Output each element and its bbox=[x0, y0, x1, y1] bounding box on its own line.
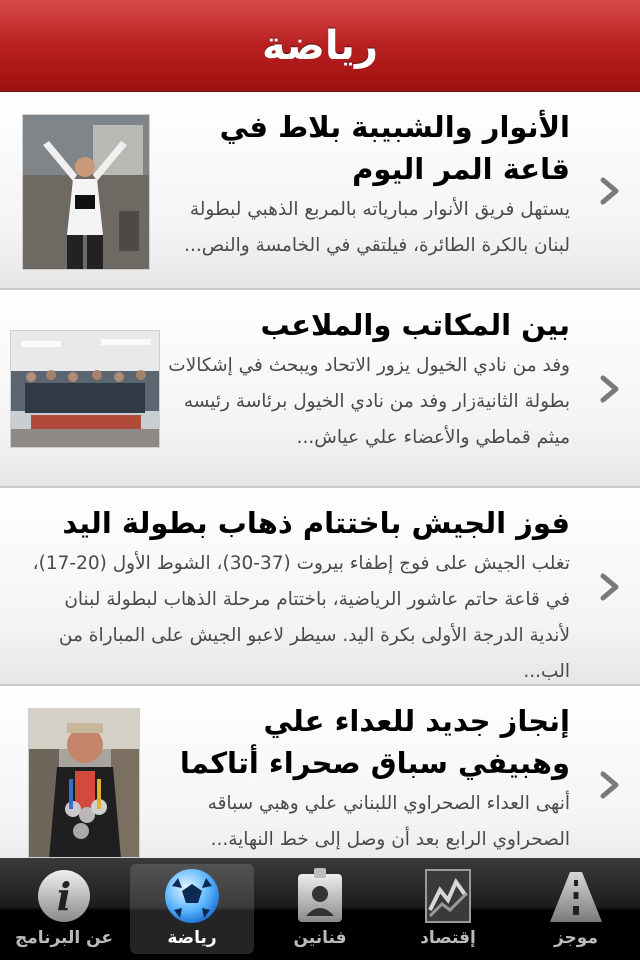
article-summary: أنهى العداء الصحراوي اللبناني علي وهبي س… bbox=[207, 793, 570, 850]
article-summary: تغلب الجيش على فوج إطفاء بيروت (37-30)، … bbox=[32, 553, 570, 682]
article-thumbnail bbox=[10, 330, 160, 448]
tab-artists[interactable]: فنانين bbox=[256, 858, 384, 960]
tab-label: عن البرنامج bbox=[14, 928, 114, 948]
chevron-right-icon bbox=[600, 177, 619, 205]
tab-label: رياضة bbox=[167, 928, 217, 948]
id-badge-icon bbox=[298, 868, 342, 922]
tab-sports[interactable]: رياضة bbox=[130, 864, 254, 954]
article-row[interactable]: إنجاز جديد للعداء علي وهبيفي سباق صحراء … bbox=[0, 686, 640, 858]
tab-label: إقتصاد bbox=[420, 928, 476, 948]
article-text: إنجاز جديد للعداء علي وهبيفي سباق صحراء … bbox=[152, 700, 570, 858]
article-row[interactable]: بين المكاتب والملاعب وفد من نادي الخيول … bbox=[0, 290, 640, 488]
info-icon: i bbox=[38, 870, 90, 922]
tab-label: موجز bbox=[553, 928, 598, 948]
article-row[interactable]: فوز الجيش باختتام ذهاب بطولة اليد تغلب ا… bbox=[0, 488, 640, 686]
article-list[interactable]: الأنوار والشبيبة بلاط في قاعة المر اليوم… bbox=[0, 92, 640, 858]
article-summary: يستهل فريق الأنوار مبارياته بالمربع الذه… bbox=[184, 199, 570, 256]
chevron-right-icon bbox=[600, 375, 619, 403]
article-text: الأنوار والشبيبة بلاط في قاعة المر اليوم… bbox=[160, 106, 570, 264]
article-thumbnail bbox=[22, 114, 150, 270]
tab-bar: i عن البرنامج رياضة فنانين إقتصاد موجز bbox=[0, 858, 640, 960]
nav-bar: رياضة bbox=[0, 0, 640, 92]
article-text: بين المكاتب والملاعب وفد من نادي الخيول … bbox=[168, 304, 570, 456]
tab-label: فنانين bbox=[293, 928, 347, 948]
stock-chart-icon bbox=[425, 869, 471, 923]
article-title: الأنوار والشبيبة بلاط في قاعة المر اليوم bbox=[219, 110, 570, 186]
tab-brief[interactable]: موجز bbox=[512, 858, 640, 960]
tab-economy[interactable]: إقتصاد bbox=[384, 858, 512, 960]
road-icon bbox=[550, 872, 602, 922]
chevron-right-icon bbox=[600, 771, 619, 799]
article-text: فوز الجيش باختتام ذهاب بطولة اليد تغلب ا… bbox=[18, 502, 570, 690]
soccer-ball-icon bbox=[165, 869, 219, 923]
article-thumbnail bbox=[28, 708, 140, 858]
chevron-right-icon bbox=[600, 573, 619, 601]
page-title: رياضة bbox=[262, 22, 378, 69]
article-title: فوز الجيش باختتام ذهاب بطولة اليد bbox=[62, 506, 570, 540]
article-title: بين المكاتب والملاعب bbox=[260, 308, 570, 342]
article-row[interactable]: الأنوار والشبيبة بلاط في قاعة المر اليوم… bbox=[0, 92, 640, 290]
article-title: إنجاز جديد للعداء علي وهبيفي سباق صحراء … bbox=[179, 704, 570, 780]
tab-about[interactable]: i عن البرنامج bbox=[0, 858, 128, 960]
svg-text:i: i bbox=[57, 874, 71, 919]
article-summary: وفد من نادي الخيول يزور الاتحاد ويبحث في… bbox=[168, 355, 570, 448]
